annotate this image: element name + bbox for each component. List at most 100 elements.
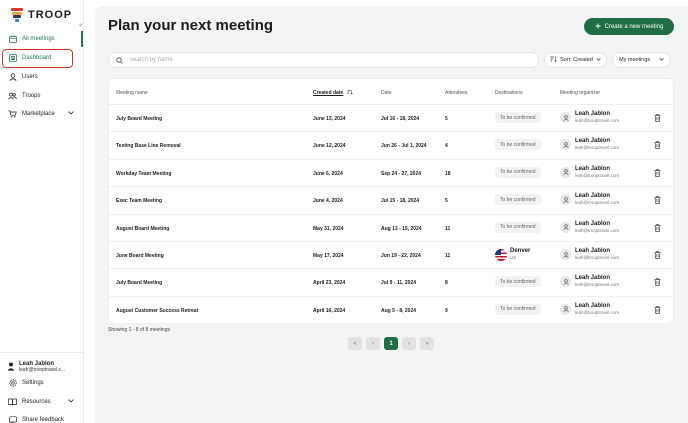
created-date: April 23, 2024 bbox=[313, 280, 346, 287]
chevron-down-icon bbox=[596, 57, 601, 63]
meeting-name[interactable]: August Board Meeting bbox=[116, 226, 169, 232]
table-row[interactable]: August Board Meeting May 31, 2024 Aug 13… bbox=[109, 215, 675, 242]
created-date: May 31, 2024 bbox=[313, 225, 344, 232]
search-input[interactable] bbox=[129, 57, 509, 63]
column-header-meeting-organizer[interactable]: Meeting organizer bbox=[560, 90, 600, 96]
sidebar-item-label: Troops bbox=[22, 93, 41, 99]
sidebar-item-label: Resources bbox=[22, 399, 51, 405]
table-row[interactable]: June Board Meeting May 17, 2024 Jun 19 -… bbox=[109, 242, 675, 270]
delete-icon[interactable] bbox=[654, 306, 661, 314]
column-header-destinations[interactable]: Destinations bbox=[495, 90, 523, 96]
meetings-table: Meeting name Created date Date Attendees… bbox=[108, 78, 675, 325]
create-meeting-button[interactable]: Create a new meeting bbox=[584, 18, 674, 35]
book-icon bbox=[8, 398, 17, 407]
created-date: April 16, 2024 bbox=[313, 307, 346, 314]
created-date: June 12, 2024 bbox=[313, 143, 346, 150]
created-date: June 13, 2024 bbox=[313, 116, 346, 122]
sidebar-item-resources[interactable]: Resources bbox=[8, 394, 78, 410]
organizer-avatar-icon bbox=[560, 276, 571, 288]
meeting-name[interactable]: July Board Meeting bbox=[116, 280, 162, 286]
organizer-avatar-icon bbox=[560, 139, 571, 151]
meeting-name[interactable]: Testing Base Line Removal bbox=[116, 143, 181, 149]
meeting-date: Aug 5 - 8, 2024 bbox=[381, 307, 417, 314]
delete-icon[interactable] bbox=[654, 278, 661, 287]
sort-dropdown[interactable]: Sort: Created bbox=[544, 52, 607, 68]
table-row[interactable]: Exec Team Meeting June 4, 2024 Jul 15 - … bbox=[109, 187, 675, 215]
sort-label: Sort: Created bbox=[560, 57, 593, 63]
status-badge: To be confirmed bbox=[495, 276, 541, 288]
meeting-name[interactable]: June Board Meeting bbox=[116, 253, 164, 259]
sidebar-item-all-meetings[interactable]: All meetings bbox=[8, 31, 78, 47]
brand-name: TROOP bbox=[28, 9, 73, 21]
meeting-name[interactable]: August Customer Success Retreat bbox=[116, 308, 198, 314]
table-row[interactable]: July Board Meeting April 23, 2024 Jul 9 … bbox=[109, 269, 675, 297]
meeting-name[interactable]: Exec Team Meeting bbox=[116, 198, 162, 204]
delete-icon[interactable] bbox=[654, 114, 661, 122]
meeting-date: Jul 15 - 18, 2024 bbox=[381, 198, 420, 205]
organizer-name: Leah Jablon bbox=[575, 193, 611, 200]
column-header-attendees[interactable]: Attendees bbox=[445, 90, 468, 96]
organizer-email: leah@trooptravel.com bbox=[575, 227, 620, 233]
sidebar-item-label: Marketplace bbox=[22, 111, 55, 117]
plus-icon bbox=[595, 23, 601, 31]
next-page-button[interactable]: › bbox=[402, 337, 416, 350]
column-header-created-date[interactable]: Created date bbox=[313, 90, 343, 96]
chevron-down-icon bbox=[68, 399, 74, 405]
organizer-name: Leah Jablon bbox=[575, 111, 611, 117]
organizer-email: leah@trooptravel.com bbox=[575, 309, 620, 315]
meeting-name[interactable]: Workday Team Meeting bbox=[116, 171, 171, 177]
column-header-date[interactable]: Date bbox=[381, 90, 392, 96]
table-row[interactable]: Testing Base Line Removal June 12, 2024 … bbox=[109, 132, 675, 160]
organizer-avatar-icon bbox=[560, 221, 571, 233]
destination-code: US bbox=[510, 255, 517, 260]
meeting-name[interactable]: July Board Meeting bbox=[116, 116, 162, 122]
delete-icon[interactable] bbox=[654, 141, 661, 150]
organizer-cell: Leah Jablon leah@trooptravel.com bbox=[560, 111, 619, 124]
organizer-cell: Leah Jablon leah@trooptravel.com bbox=[560, 275, 619, 288]
table-row[interactable]: Workday Team Meeting June 6, 2024 Sep 24… bbox=[109, 160, 675, 188]
table-row[interactable]: July Board Meeting June 13, 2024 Jul 16 … bbox=[109, 105, 675, 133]
table-row[interactable]: August Customer Success Retreat April 16… bbox=[109, 297, 675, 325]
attendee-count: 4 bbox=[445, 143, 448, 150]
sidebar-item-settings[interactable]: Settings bbox=[8, 375, 78, 391]
main-content: Plan your next meeting Create a new meet… bbox=[95, 6, 688, 423]
delete-icon[interactable] bbox=[654, 169, 661, 177]
delete-icon[interactable] bbox=[654, 223, 661, 232]
logo[interactable]: TROOP bbox=[11, 8, 72, 22]
delete-icon[interactable] bbox=[654, 251, 661, 259]
delete-icon[interactable] bbox=[654, 196, 661, 204]
meeting-date: Jul 9 - 11, 2024 bbox=[381, 280, 417, 287]
column-header-meeting-name[interactable]: Meeting name bbox=[116, 90, 148, 96]
organizer-avatar-icon bbox=[560, 303, 571, 315]
search-box[interactable] bbox=[108, 52, 539, 68]
organizer-email: leah@trooptravel.com bbox=[575, 118, 620, 123]
sort-desc-icon[interactable] bbox=[347, 89, 353, 97]
status-badge: To be confirmed bbox=[495, 139, 541, 151]
destination-cell: Denver US bbox=[495, 248, 530, 261]
sidebar-item-marketplace[interactable]: Marketplace bbox=[8, 106, 78, 122]
organizer-cell: Leah Jablon leah@trooptravel.com bbox=[560, 303, 619, 316]
meeting-date: Jun 19 - 22, 2024 bbox=[381, 253, 421, 259]
organizer-name: Leah Jablon bbox=[575, 248, 611, 254]
created-date: June 4, 2024 bbox=[313, 198, 343, 205]
first-page-button[interactable]: « bbox=[348, 337, 362, 350]
current-user[interactable]: Leah Jablon leah@trooptravel.c... bbox=[0, 352, 84, 376]
organizer-avatar-icon bbox=[560, 166, 571, 178]
meeting-date: Jun 26 - Jul 1, 2024 bbox=[381, 143, 427, 150]
user-email: leah@trooptravel.c... bbox=[19, 367, 66, 373]
sidebar-item-users[interactable]: Users bbox=[8, 69, 78, 85]
my-meetings-dropdown[interactable]: My meetings bbox=[612, 52, 671, 68]
sidebar-item-troops[interactable]: Troops bbox=[8, 88, 78, 104]
search-icon bbox=[116, 51, 123, 69]
last-page-button[interactable]: » bbox=[420, 337, 434, 350]
current-page-button[interactable]: 1 bbox=[384, 337, 398, 350]
sidebar: TROOP « All meetings Dashboard Users Tro… bbox=[0, 0, 84, 423]
organizer-email: leah@trooptravel.com bbox=[575, 255, 620, 260]
organizer-email: leah@trooptravel.com bbox=[575, 145, 620, 151]
previous-page-button[interactable]: ‹ bbox=[366, 337, 380, 350]
sidebar-item-share-feedback[interactable]: Share feedback bbox=[8, 412, 78, 423]
attendee-count: 9 bbox=[445, 307, 448, 314]
collapse-sidebar-icon[interactable]: « bbox=[79, 22, 83, 29]
sidebar-item-label: Share feedback bbox=[22, 417, 65, 423]
user-avatar-icon bbox=[7, 358, 15, 376]
